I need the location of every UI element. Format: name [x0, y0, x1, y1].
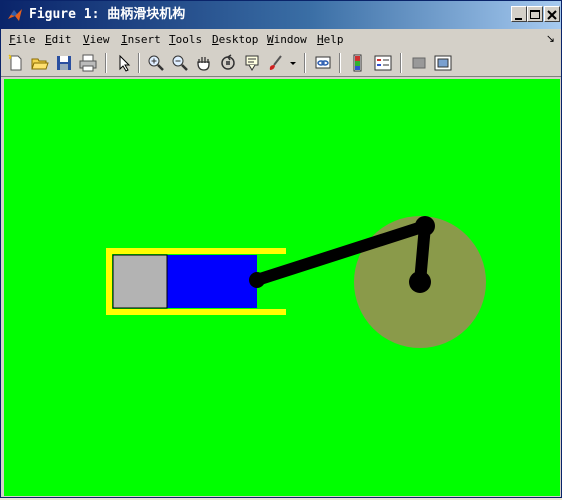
brush-icon [269, 55, 282, 70]
menu-bar: File Edit View Insert Tools Desktop Wind… [1, 29, 561, 50]
data-cursor-icon [245, 55, 259, 71]
menu-tools[interactable]: Tools [169, 33, 202, 46]
zoom-out-icon [172, 55, 188, 71]
legend-icon [374, 55, 392, 71]
title-bar[interactable]: Figure 1: 曲柄滑块机构 [1, 1, 561, 29]
maximize-button[interactable] [527, 6, 543, 22]
minimize-icon [515, 18, 522, 20]
open-file-icon [31, 58, 49, 70]
menu-view[interactable]: View [83, 33, 110, 46]
legend-button[interactable] [373, 53, 393, 73]
minimize-button[interactable] [511, 6, 527, 22]
menu-desktop[interactable]: Desktop [212, 33, 258, 46]
show-plot-tools-button[interactable] [433, 53, 453, 73]
colorbar-button[interactable] [348, 53, 368, 73]
menu-file[interactable]: File [9, 33, 36, 46]
pan-button[interactable] [194, 53, 214, 73]
menu-edit[interactable]: Edit [45, 33, 72, 46]
close-button[interactable] [544, 6, 560, 22]
open-file-button[interactable] [30, 53, 50, 73]
gas-chamber [167, 255, 257, 308]
toolbar-separator [304, 53, 306, 73]
data-cursor-button[interactable] [242, 53, 262, 73]
new-figure-button[interactable] [6, 53, 26, 73]
figure-plot-area[interactable] [4, 79, 560, 496]
brush-dropdown-button[interactable] [288, 53, 298, 73]
zoom-out-button[interactable] [170, 53, 190, 73]
brush-dropdown-icon [290, 62, 296, 65]
piston-pin-joint [249, 272, 265, 288]
figure-window: Figure 1: 曲柄滑块机构 File Edit View Insert T… [0, 0, 562, 498]
figure-toolbar [1, 50, 561, 77]
link-plot-button[interactable] [313, 53, 333, 73]
print-button[interactable] [78, 53, 98, 73]
new-figure-icon [8, 54, 22, 71]
save-button[interactable] [54, 53, 74, 73]
toolbar-separator [138, 53, 140, 73]
menu-overflow-icon[interactable]: ↘ [546, 32, 555, 45]
slider-block [112, 254, 168, 309]
rotate-3d-icon [221, 54, 235, 70]
close-icon [547, 10, 557, 20]
edit-plot-button[interactable] [114, 53, 134, 73]
menu-window[interactable]: Window [267, 33, 307, 46]
save-icon [57, 56, 71, 70]
matlab-logo-icon [8, 9, 22, 21]
link-plot-icon [315, 56, 331, 69]
crank-pin-joint [415, 216, 435, 236]
maximize-icon [530, 10, 540, 19]
hide-plot-tools-icon [412, 57, 426, 69]
zoom-in-icon [148, 55, 164, 71]
show-plot-tools-icon [434, 55, 452, 71]
crank-slider-drawing [106, 216, 486, 348]
menu-insert[interactable]: Insert [121, 33, 161, 46]
window-title: Figure 1: 曲柄滑块机构 [29, 7, 186, 22]
edit-plot-arrow-icon [119, 54, 131, 72]
toolbar-separator [400, 53, 402, 73]
toolbar-separator [339, 53, 341, 73]
brush-button[interactable] [266, 53, 286, 73]
menu-help[interactable]: Help [317, 33, 344, 46]
pan-hand-icon [197, 57, 210, 71]
hide-plot-tools-button[interactable] [409, 53, 429, 73]
colorbar-icon [353, 54, 362, 72]
zoom-in-button[interactable] [146, 53, 166, 73]
print-icon [79, 54, 97, 72]
toolbar-separator [105, 53, 107, 73]
rotate-3d-button[interactable] [218, 53, 238, 73]
crank-center-joint [409, 271, 431, 293]
